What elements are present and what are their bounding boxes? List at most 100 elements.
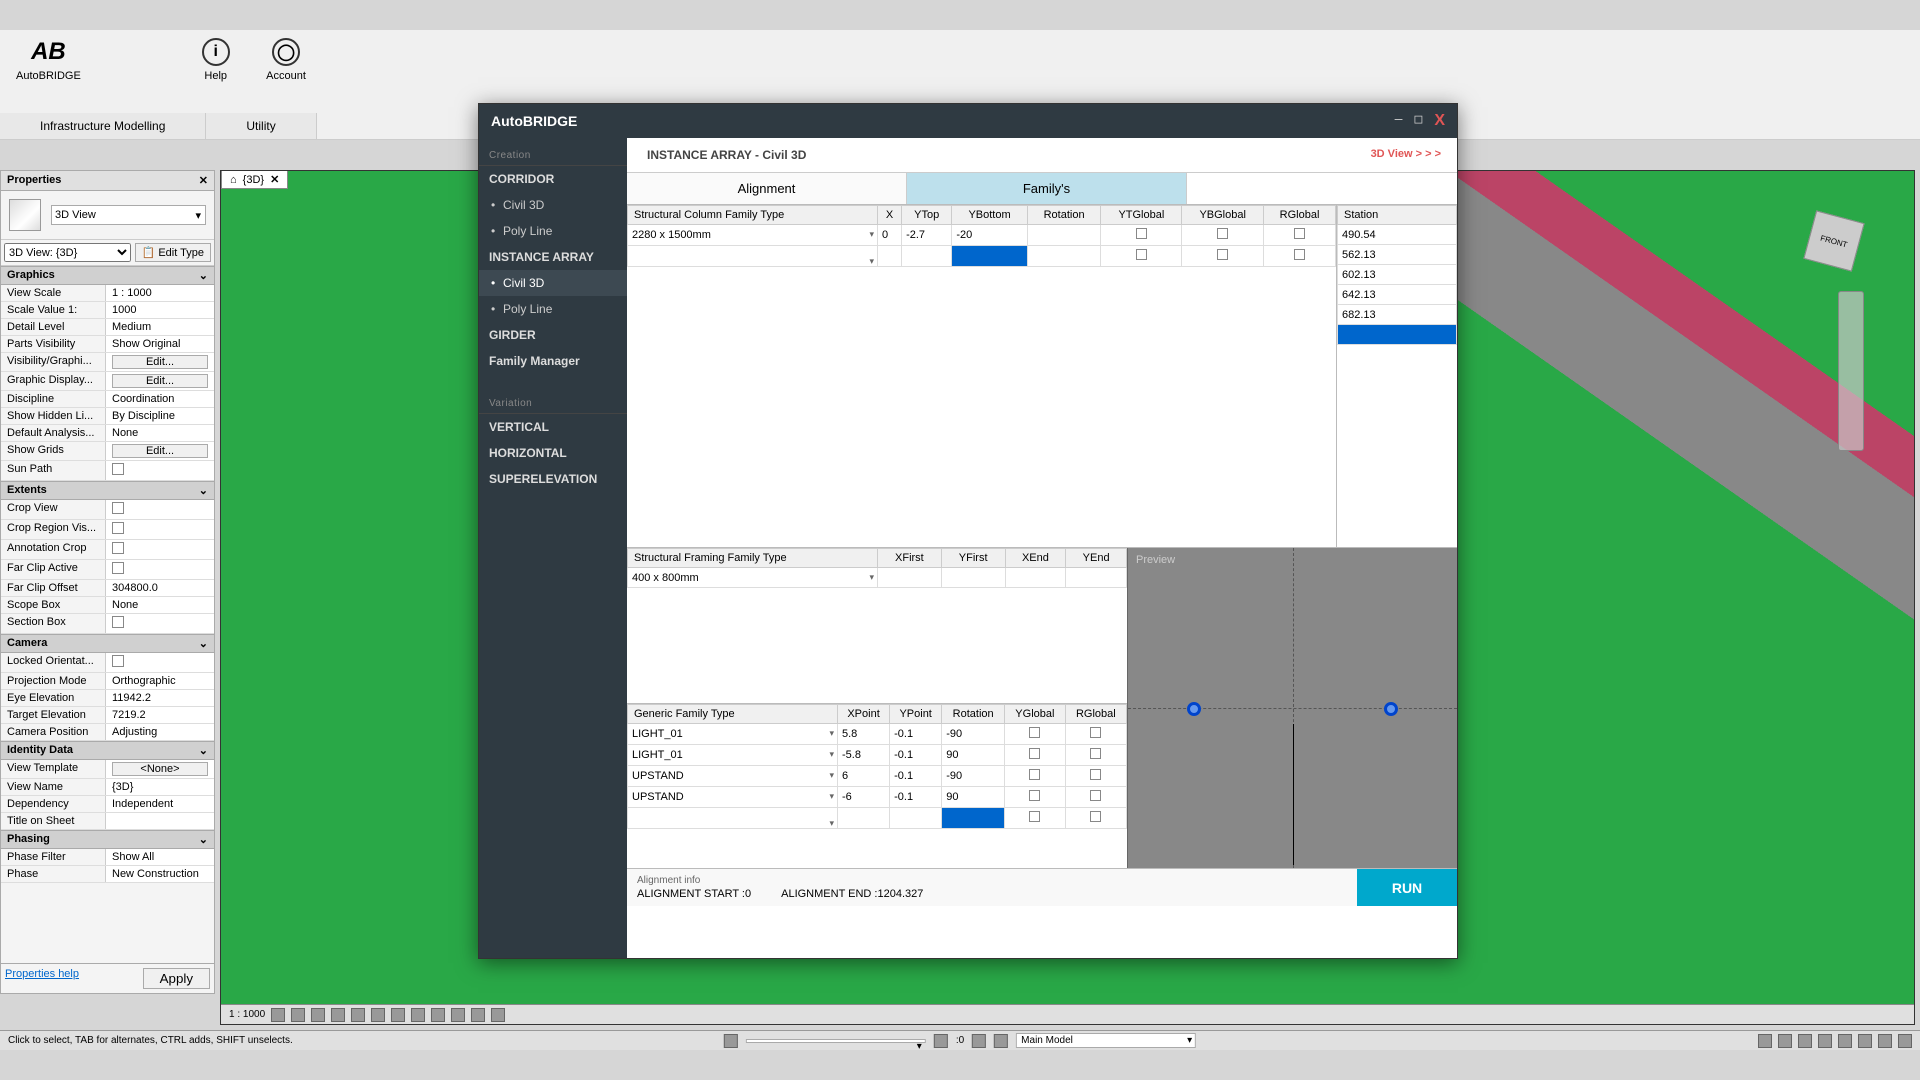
view-type-dropdown[interactable]: 3D View	[51, 205, 206, 225]
close-icon[interactable]: X	[1434, 112, 1445, 130]
prop-scope-box[interactable]: None	[106, 597, 214, 613]
prop-phase-filter[interactable]: Show All	[106, 849, 214, 865]
tab-familys[interactable]: Family's	[907, 173, 1187, 204]
prop-view-scale[interactable]: 1 : 1000	[106, 285, 214, 301]
app-logo[interactable]: AB AutoBRIDGE	[0, 30, 97, 90]
station-row-selected[interactable]	[1338, 325, 1457, 345]
sidebar-vertical[interactable]: VERTICAL	[479, 414, 627, 440]
apply-button[interactable]: Apply	[143, 968, 210, 989]
prop-view-name[interactable]: {3D}	[106, 779, 214, 795]
viewcube[interactable]: FRONT	[1794, 201, 1874, 281]
properties-close-icon[interactable]: ✕	[199, 174, 208, 187]
prop-show-hidden[interactable]: By Discipline	[106, 408, 214, 424]
sidebar-instance-array[interactable]: INSTANCE ARRAY	[479, 244, 627, 270]
tool-icon[interactable]	[371, 1008, 385, 1022]
station-row[interactable]: 602.13	[1338, 265, 1457, 285]
status-icon[interactable]	[1858, 1034, 1872, 1048]
tool-icon[interactable]	[471, 1008, 485, 1022]
section-phasing[interactable]: Phasing⌄	[1, 830, 214, 849]
status-icon[interactable]	[1778, 1034, 1792, 1048]
prop-camera-pos[interactable]: Adjusting	[106, 724, 214, 740]
main-model-select[interactable]: Main Model	[1016, 1033, 1196, 1048]
tool-icon[interactable]	[311, 1008, 325, 1022]
grid-row[interactable]: LIGHT_01-5.8-0.190	[628, 745, 1127, 766]
status-icon[interactable]	[934, 1034, 948, 1048]
status-icon[interactable]	[1898, 1034, 1912, 1048]
prop-far-clip-offset[interactable]: 304800.0	[106, 580, 214, 596]
viewport-tab[interactable]: ⌂ {3D} ✕	[221, 170, 288, 189]
sidebar-corridor-polyline[interactable]: Poly Line	[479, 218, 627, 244]
status-icon[interactable]	[1838, 1034, 1852, 1048]
view-type-selector[interactable]: 3D View	[1, 191, 214, 240]
dialog-titlebar[interactable]: AutoBRIDGE — □ X	[479, 104, 1457, 138]
tab-alignment[interactable]: Alignment	[627, 173, 907, 204]
station-row[interactable]: 682.13	[1338, 305, 1457, 325]
tool-icon[interactable]	[331, 1008, 345, 1022]
status-icon[interactable]	[972, 1034, 986, 1048]
prop-section-box[interactable]	[106, 614, 214, 633]
tab-utility[interactable]: Utility	[206, 113, 316, 139]
grid-row[interactable]	[628, 246, 1336, 267]
sidebar-superelevation[interactable]: SUPERELEVATION	[479, 466, 627, 492]
prop-eye-elev[interactable]: 11942.2	[106, 690, 214, 706]
sidebar-corridor-civil3d[interactable]: Civil 3D	[479, 192, 627, 218]
structural-framing-grid[interactable]: Structural Framing Family Type XFirst YF…	[627, 548, 1127, 588]
prop-title-sheet[interactable]	[106, 813, 214, 829]
run-button[interactable]: RUN	[1357, 869, 1457, 906]
prop-graphic-disp-btn[interactable]: Edit...	[112, 374, 208, 388]
prop-crop-region[interactable]	[106, 520, 214, 539]
status-icon[interactable]	[1818, 1034, 1832, 1048]
tool-icon[interactable]	[351, 1008, 365, 1022]
viewport-scale[interactable]: 1 : 1000	[229, 1009, 265, 1020]
station-grid[interactable]: Station 490.54 562.13 602.13 642.13 682.…	[1337, 205, 1457, 345]
grid-row[interactable]: 400 x 800mm	[628, 568, 1127, 588]
prop-sun-path[interactable]	[106, 461, 214, 480]
generic-family-grid[interactable]: Generic Family Type XPoint YPoint Rotati…	[627, 704, 1127, 829]
prop-detail-level[interactable]: Medium	[106, 319, 214, 335]
prop-parts-vis[interactable]: Show Original	[106, 336, 214, 352]
station-row[interactable]: 490.54	[1338, 225, 1457, 245]
grid-row[interactable]: LIGHT_015.8-0.1-90	[628, 724, 1127, 745]
section-identity[interactable]: Identity Data⌄	[1, 741, 214, 760]
sidebar-corridor[interactable]: CORRIDOR	[479, 166, 627, 192]
tool-icon[interactable]	[391, 1008, 405, 1022]
prop-scale-value[interactable]: 1000	[106, 302, 214, 318]
status-icon[interactable]	[1758, 1034, 1772, 1048]
prop-far-clip-active[interactable]	[106, 560, 214, 579]
minimize-icon[interactable]: —	[1395, 112, 1403, 130]
sidebar-family-manager[interactable]: Family Manager	[479, 348, 627, 374]
structural-column-grid[interactable]: Structural Column Family Type X YTop YBo…	[627, 205, 1336, 267]
prop-target-elev[interactable]: 7219.2	[106, 707, 214, 723]
status-icon[interactable]	[1798, 1034, 1812, 1048]
prop-annotation-crop[interactable]	[106, 540, 214, 559]
tool-icon[interactable]	[491, 1008, 505, 1022]
view-instance-dropdown[interactable]: 3D View: {3D}	[4, 243, 131, 262]
sidebar-girder[interactable]: GIRDER	[479, 322, 627, 348]
prop-view-template-btn[interactable]: <None>	[112, 762, 208, 776]
prop-show-grids-btn[interactable]: Edit...	[112, 444, 208, 458]
prop-locked-orient[interactable]	[106, 653, 214, 672]
station-row[interactable]: 642.13	[1338, 285, 1457, 305]
nav-bar[interactable]	[1838, 291, 1864, 451]
edit-type-button[interactable]: 📋Edit Type	[135, 243, 211, 262]
help-button[interactable]: i Help	[186, 30, 246, 90]
grid-row[interactable]: 2280 x 1500mm 0 -2.7 -20	[628, 225, 1336, 246]
section-extents[interactable]: Extents⌄	[1, 481, 214, 500]
section-camera[interactable]: Camera⌄	[1, 634, 214, 653]
tool-icon[interactable]	[271, 1008, 285, 1022]
properties-help-link[interactable]: Properties help	[5, 968, 79, 989]
tool-icon[interactable]	[291, 1008, 305, 1022]
grid-row[interactable]: UPSTAND6-0.1-90	[628, 766, 1127, 787]
status-icon[interactable]	[724, 1034, 738, 1048]
tool-icon[interactable]	[411, 1008, 425, 1022]
viewport-tab-close-icon[interactable]: ✕	[270, 173, 279, 186]
prop-phase[interactable]: New Construction	[106, 866, 214, 882]
station-row[interactable]: 562.13	[1338, 245, 1457, 265]
prop-default-analysis[interactable]: None	[106, 425, 214, 441]
grid-row[interactable]	[628, 808, 1127, 829]
sidebar-instance-civil3d[interactable]: Civil 3D	[479, 270, 627, 296]
tab-infrastructure[interactable]: Infrastructure Modelling	[0, 113, 206, 139]
prop-projection[interactable]: Orthographic	[106, 673, 214, 689]
status-icon[interactable]	[994, 1034, 1008, 1048]
view3d-link[interactable]: 3D View > > >	[1355, 138, 1457, 172]
